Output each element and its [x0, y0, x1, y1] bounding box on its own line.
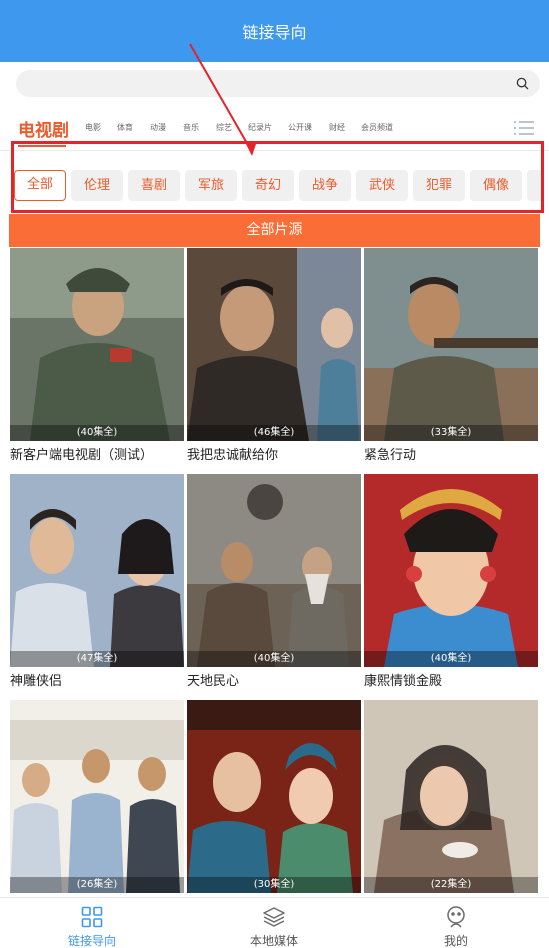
- genre-chip[interactable]: 战争: [299, 170, 351, 201]
- genre-chip[interactable]: 谍: [527, 170, 541, 201]
- genre-chip[interactable]: 偶像: [470, 170, 522, 201]
- user-icon: [447, 906, 465, 928]
- category-music[interactable]: 音乐: [183, 122, 199, 133]
- grid-icon: [81, 906, 103, 928]
- category-sports[interactable]: 体育: [117, 122, 133, 133]
- genre-chip[interactable]: 军旅: [185, 170, 237, 201]
- genre-chip[interactable]: 武侠: [356, 170, 408, 201]
- show-poster[interactable]: (22集全): [364, 700, 538, 893]
- category-vip[interactable]: 会员频道: [361, 122, 393, 133]
- episode-count: (40集全): [10, 425, 184, 441]
- app-header: 链接导向: [0, 0, 549, 62]
- genre-filter-highlight: 全部 伦理 喜剧 军旅 奇幻 战争 武侠 犯罪 偶像 谍: [11, 141, 544, 213]
- show-poster[interactable]: (26集全): [10, 700, 184, 893]
- category-tv[interactable]: 电视剧: [18, 116, 69, 141]
- tab-local-media[interactable]: 本地媒体: [214, 898, 334, 948]
- category-variety[interactable]: 综艺: [216, 122, 232, 133]
- episode-count: (40集全): [187, 651, 361, 667]
- genre-chip[interactable]: 喜剧: [128, 170, 180, 201]
- genre-chip[interactable]: 奇幻: [242, 170, 294, 201]
- tab-label: 链接导向: [67, 934, 116, 948]
- episode-count: (33集全): [364, 425, 538, 441]
- genre-chip[interactable]: 伦理: [71, 170, 123, 201]
- tab-link-guide[interactable]: 链接导向: [32, 898, 152, 948]
- show-poster[interactable]: (30集全): [187, 700, 361, 893]
- bottom-tab-bar: 链接导向 本地媒体 我的: [0, 897, 549, 948]
- show-title[interactable]: 神雕侠侣: [10, 670, 62, 689]
- all-sources-button[interactable]: 全部片源: [9, 214, 540, 247]
- show-title[interactable]: 新客户端电视剧（测试）: [10, 444, 153, 463]
- show-poster[interactable]: (40集全): [10, 248, 184, 441]
- category-open-course[interactable]: 公开课: [288, 122, 312, 133]
- layers-icon: [263, 907, 285, 927]
- show-poster[interactable]: (40集全): [364, 474, 538, 667]
- show-poster[interactable]: (47集全): [10, 474, 184, 667]
- show-title[interactable]: 紧急行动: [364, 444, 416, 463]
- show-title[interactable]: 康熙情锁金殿: [364, 670, 442, 689]
- page-title: 链接导向: [242, 23, 307, 42]
- category-anime[interactable]: 动漫: [150, 122, 166, 133]
- show-title[interactable]: 天地民心: [187, 670, 239, 689]
- episode-count: (40集全): [364, 651, 538, 667]
- search-icon[interactable]: [515, 76, 530, 91]
- category-finance[interactable]: 财经: [329, 122, 345, 133]
- tab-label: 我的: [443, 934, 468, 948]
- episode-count: (47集全): [10, 651, 184, 667]
- tab-label: 本地媒体: [249, 934, 298, 948]
- menu-icon[interactable]: [514, 120, 534, 136]
- genre-chip[interactable]: 犯罪: [413, 170, 465, 201]
- category-movie[interactable]: 电影: [85, 122, 101, 133]
- genre-chip-all[interactable]: 全部: [14, 170, 66, 201]
- show-poster[interactable]: (33集全): [364, 248, 538, 441]
- search-input[interactable]: [16, 70, 540, 97]
- show-poster[interactable]: (40集全): [187, 474, 361, 667]
- episode-count: (30集全): [187, 877, 361, 893]
- episode-count: (26集全): [10, 877, 184, 893]
- show-title[interactable]: 我把忠诚献给你: [187, 444, 278, 463]
- show-poster[interactable]: (46集全): [187, 248, 361, 441]
- tab-mine[interactable]: 我的: [396, 898, 516, 948]
- episode-count: (22集全): [364, 877, 538, 893]
- category-documentary[interactable]: 纪录片: [248, 122, 272, 133]
- episode-count: (46集全): [187, 425, 361, 441]
